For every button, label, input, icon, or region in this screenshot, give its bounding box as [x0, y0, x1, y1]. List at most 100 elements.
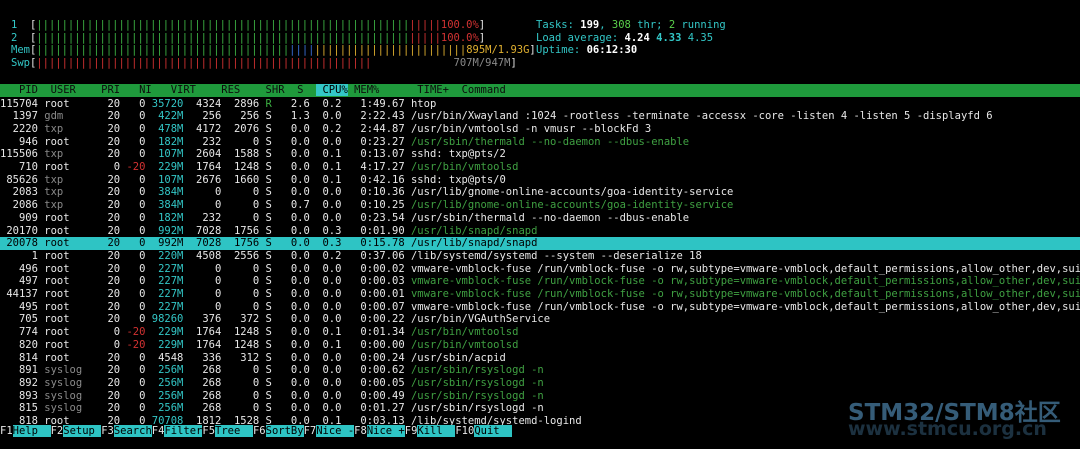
pid: 20170 [0, 224, 38, 237]
pri: 20 [88, 376, 121, 389]
res: 0 [183, 186, 222, 199]
fkey-f10[interactable]: F10 [455, 425, 475, 437]
res: 0 [183, 199, 222, 212]
table-row[interactable]: 20170 root 20 0 992M 7028 1756 S 0.0 0.3… [0, 225, 537, 238]
time: 0:00.22 [341, 313, 405, 326]
shr: 0 [221, 376, 260, 389]
user: txp [37, 173, 89, 186]
shr: 256 [221, 110, 260, 123]
table-row[interactable]: 85626 txp 20 0 107M 2676 1660 S 0.0 0.1 … [0, 174, 506, 187]
virt: 256M [145, 402, 184, 415]
virt: 384M [145, 186, 184, 199]
fkey-f7-label[interactable]: Nice - [316, 425, 355, 437]
mem: 0.0 [309, 313, 342, 326]
column-ni[interactable]: NI [126, 84, 158, 96]
table-row[interactable]: 20078 root 20 0 992M 7028 1756 S 0.0 0.3… [0, 237, 1080, 250]
table-row[interactable]: 946 root 20 0 182M 232 0 S 0.0 0.0 0:23.… [0, 136, 689, 149]
table-row[interactable]: 892 syslog 20 0 256M 268 0 S 0.0 0.0 0:0… [0, 377, 544, 390]
column-virt[interactable]: VIRT [158, 84, 202, 96]
pid: 774 [0, 326, 38, 339]
state: S [259, 237, 272, 250]
table-row[interactable]: 1 root 20 0 220M 4508 2556 S 0.0 0.2 0:3… [0, 250, 702, 263]
command: /usr/bin/vmtoolsd [404, 161, 519, 173]
column-pri[interactable]: PRI [95, 84, 127, 96]
table-row[interactable]: 815 syslog 20 0 256M 268 0 S 0.0 0.0 0:0… [0, 402, 544, 415]
column-user[interactable]: USER [44, 84, 95, 96]
pid: 1 [0, 249, 38, 262]
mem: 0.1 [309, 173, 342, 186]
state: S [259, 135, 272, 148]
fkey-f6[interactable]: F6 [252, 425, 266, 437]
fkey-f2[interactable]: F2 [50, 425, 64, 437]
column-s[interactable]: S [291, 84, 310, 96]
ni: 0 [120, 199, 146, 212]
fkey-f4-label[interactable]: Filter [164, 425, 203, 437]
table-row[interactable]: 496 root 20 0 227M 0 0 S 0.0 0.0 0:00.02… [0, 263, 1080, 276]
watermark-url: www.stmcu.org.cn [848, 418, 1047, 440]
fkey-f7[interactable]: F7 [303, 425, 317, 437]
table-row[interactable]: 115506 txp 20 0 107M 2604 1588 S 0.0 0.1… [0, 148, 506, 161]
table-row[interactable]: 495 root 20 0 227M 0 0 S 0.0 0.0 0:00.07… [0, 301, 1080, 314]
fkey-f10-label[interactable]: Quit [474, 425, 513, 437]
table-row[interactable]: 1397 gdm 20 0 422M 256 256 S 1.3 0.0 2:2… [0, 110, 993, 123]
table-row[interactable]: 893 syslog 20 0 256M 268 0 S 0.0 0.0 0:0… [0, 390, 544, 403]
state: S [259, 249, 272, 262]
mem: 0.2 [309, 122, 342, 135]
table-row[interactable]: 2083 txp 20 0 384M 0 0 S 0.0 0.0 0:10.36… [0, 186, 734, 199]
shr: 1248 [221, 326, 260, 339]
time: 0:10.36 [341, 186, 405, 199]
ni: 0 [120, 173, 146, 186]
table-row[interactable]: 115704 root 20 0 35720 4324 2896 R 2.6 0… [0, 98, 436, 111]
user: root [37, 249, 89, 262]
column-shr[interactable]: SHR [247, 84, 291, 96]
table-row[interactable]: 497 root 20 0 227M 0 0 S 0.0 0.0 0:00.03… [0, 275, 1080, 288]
fkey-f3[interactable]: F3 [101, 425, 114, 437]
column-mem-[interactable]: MEM% [348, 84, 386, 96]
table-row[interactable]: 820 root 0 -20 229M 1764 1248 S 0.0 0.1 … [0, 338, 519, 352]
fkey-f9-label[interactable]: Kill [417, 425, 456, 437]
res: 0 [183, 300, 222, 313]
fkey-f5[interactable]: F5 [202, 425, 216, 437]
time: 2:22.43 [341, 110, 405, 123]
table-row[interactable]: 705 root 20 0 98260 376 372 S 0.0 0.0 0:… [0, 313, 550, 326]
column-command[interactable]: Command [455, 84, 506, 96]
fkey-f1-label[interactable]: Help [12, 425, 51, 437]
column-cpu-[interactable]: CPU% [316, 84, 348, 96]
cpu: 0.0 [271, 313, 310, 326]
table-row[interactable]: 774 root 0 -20 229M 1764 1248 S 0.0 0.1 … [0, 326, 519, 339]
shr: 0 [221, 186, 260, 199]
time: 0:37.06 [341, 249, 405, 262]
table-row[interactable]: 909 root 20 0 182M 232 0 S 0.0 0.0 0:23.… [0, 212, 689, 225]
time: 0:01.90 [341, 224, 405, 237]
fkey-f2-label[interactable]: Setup [63, 425, 102, 437]
pid: 2083 [0, 186, 38, 199]
table-row[interactable]: 44137 root 20 0 227M 0 0 S 0.0 0.0 0:00.… [0, 288, 1080, 301]
ni: 0 [120, 288, 146, 300]
mem: 0.0 [309, 110, 342, 123]
ni: 0 [120, 376, 146, 389]
res: 268 [183, 364, 222, 377]
fkey-f8-label[interactable]: Nice + [366, 425, 405, 437]
column-time-[interactable]: TIME+ [386, 84, 456, 96]
res: 7028 [183, 237, 222, 250]
fkey-f5-label[interactable]: Tree [215, 425, 253, 437]
ni: 0 [120, 249, 146, 262]
fkey-f9[interactable]: F9 [404, 425, 418, 437]
user: txp [37, 122, 89, 135]
cpu: 0.0 [271, 338, 310, 351]
fkey-f4[interactable]: F4 [151, 425, 165, 437]
table-row[interactable]: 2086 txp 20 0 384M 0 0 S 0.7 0.0 0:10.25… [0, 199, 734, 212]
load-average: Load average: 4.24 4.33 4.35 [536, 31, 714, 44]
virt: 227M [145, 275, 184, 288]
column-res[interactable]: RES [202, 84, 246, 96]
table-row[interactable]: 814 root 20 0 4548 336 312 S 0.0 0.0 0:0… [0, 352, 506, 365]
fkey-f6-label[interactable]: SortBy [265, 425, 304, 437]
table-row[interactable]: 2220 txp 20 0 478M 4172 2076 S 0.0 0.2 2… [0, 122, 652, 136]
fkey-f1[interactable]: F1 [0, 425, 13, 437]
table-row[interactable]: 710 root 0 -20 229M 1764 1248 S 0.0 0.1 … [0, 161, 519, 174]
column-pid[interactable]: PID [0, 84, 44, 96]
fkey-f8[interactable]: F8 [354, 425, 367, 437]
fkey-f3-label[interactable]: Search [113, 425, 152, 437]
table-row[interactable]: 891 syslog 20 0 256M 268 0 S 0.0 0.0 0:0… [0, 364, 544, 377]
cpu: 0.0 [271, 300, 310, 313]
